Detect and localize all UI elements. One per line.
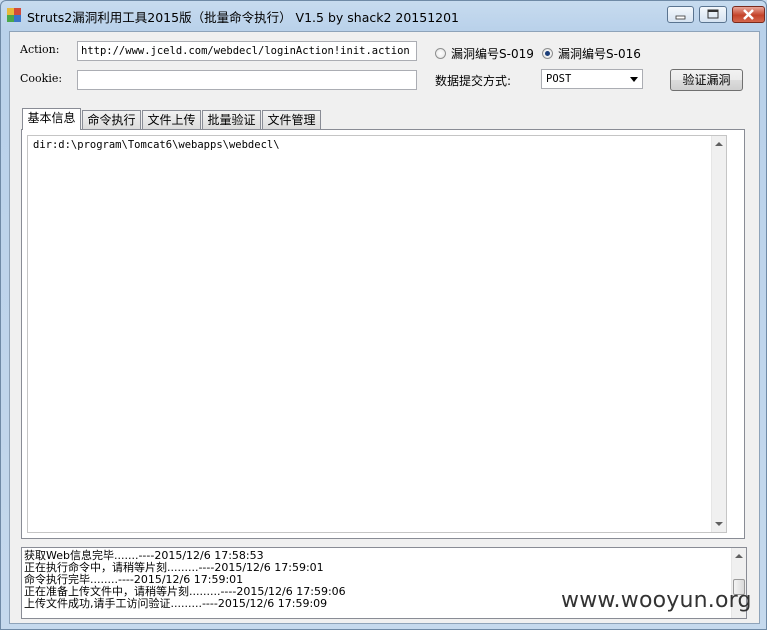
verify-button[interactable]: 验证漏洞	[670, 69, 743, 91]
action-input[interactable]: http://www.jceld.com/webdecl/loginAction…	[77, 41, 417, 61]
output-textarea[interactable]: dir:d:\program\Tomcat6\webapps\webdecl\	[27, 135, 727, 533]
title-bar[interactable]: Struts2漏洞利用工具2015版（批量命令执行） V1.5 by shack…	[1, 1, 766, 29]
output-scrollbar[interactable]	[711, 136, 726, 532]
radio-s019-label: 漏洞编号S-019	[451, 47, 534, 61]
minimize-button[interactable]	[667, 6, 694, 23]
tab-command-exec[interactable]: 命令执行	[82, 110, 141, 129]
client-area: Action: http://www.jceld.com/webdecl/log…	[9, 31, 760, 624]
method-select[interactable]: POST	[541, 69, 643, 89]
method-label: 数据提交方式:	[435, 74, 512, 88]
scroll-up-icon[interactable]	[715, 142, 723, 146]
tab-file-upload[interactable]: 文件上传	[142, 110, 201, 129]
minimize-icon	[675, 15, 686, 20]
radio-checked-icon	[542, 48, 553, 59]
method-select-value: POST	[546, 73, 572, 85]
tab-panel: dir:d:\program\Tomcat6\webapps\webdecl\	[21, 129, 745, 539]
close-button[interactable]	[732, 6, 765, 23]
radio-s019[interactable]: 漏洞编号S-019	[435, 45, 534, 62]
radio-unchecked-icon	[435, 48, 446, 59]
close-icon	[743, 9, 754, 20]
cookie-label: Cookie:	[20, 72, 63, 85]
cookie-input[interactable]	[77, 70, 417, 90]
tab-basic-info[interactable]: 基本信息	[22, 108, 81, 130]
watermark: www.wooyun.org	[561, 588, 752, 613]
log-line: 上传文件成功,请手工访问验证.........----2015/12/6 17:…	[24, 597, 328, 610]
chevron-down-icon	[630, 77, 638, 82]
radio-s016-label: 漏洞编号S-016	[558, 47, 641, 61]
scroll-up-icon[interactable]	[735, 554, 743, 558]
tab-batch-verify[interactable]: 批量验证	[202, 110, 261, 129]
action-label: Action:	[20, 43, 60, 56]
window-title: Struts2漏洞利用工具2015版（批量命令执行） V1.5 by shack…	[27, 10, 460, 25]
tab-file-manager[interactable]: 文件管理	[262, 110, 321, 129]
maximize-button[interactable]	[699, 6, 727, 23]
output-text: dir:d:\program\Tomcat6\webapps\webdecl\	[33, 139, 280, 151]
radio-s016[interactable]: 漏洞编号S-016	[542, 45, 641, 62]
maximize-icon	[707, 9, 719, 19]
scroll-down-icon[interactable]	[715, 522, 723, 526]
app-icon	[7, 8, 21, 22]
app-window: Struts2漏洞利用工具2015版（批量命令执行） V1.5 by shack…	[0, 0, 767, 630]
